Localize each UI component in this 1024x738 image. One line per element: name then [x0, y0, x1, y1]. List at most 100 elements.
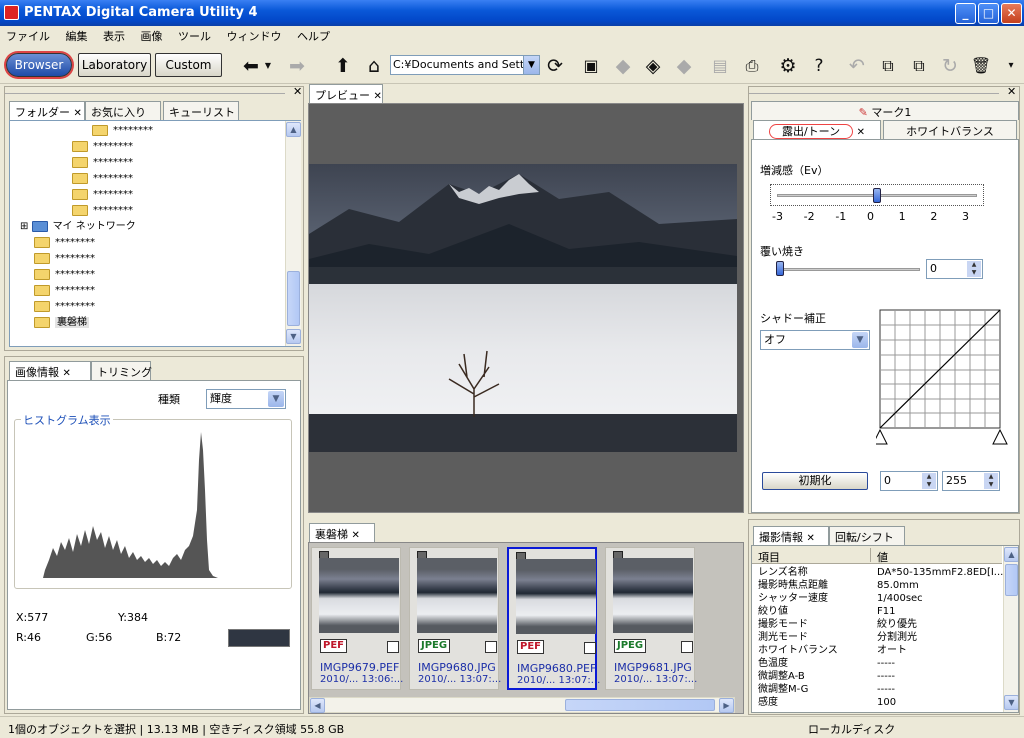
tree-scrollbar[interactable]: ▲ ▼: [285, 121, 301, 346]
monitor-icon[interactable]: ▤: [709, 55, 731, 77]
tree-item[interactable]: ********: [72, 171, 133, 187]
table-row[interactable]: 撮影モード 絞り優先: [752, 618, 1002, 631]
select-checkbox[interactable]: [387, 641, 399, 653]
tree-item[interactable]: ********: [72, 139, 133, 155]
spin-up-icon[interactable]: ▲: [967, 261, 981, 269]
tab-image-info[interactable]: 画像情報 ✕: [9, 361, 91, 380]
close-icon[interactable]: ✕: [1007, 85, 1016, 98]
table-scrollbar[interactable]: ▲ ▼: [1003, 546, 1018, 712]
back-arrow-icon[interactable]: ⬅: [240, 55, 262, 77]
spin-down-icon[interactable]: ▼: [984, 481, 998, 489]
tree-item[interactable]: ********: [34, 299, 95, 315]
help-icon[interactable]: ?: [808, 55, 830, 77]
menu-tools[interactable]: ツール: [172, 26, 217, 44]
up-arrow-icon[interactable]: ⬆: [332, 55, 354, 77]
scroll-right-icon[interactable]: ▶: [719, 698, 734, 713]
menu-window[interactable]: ウィンドウ: [221, 26, 288, 44]
table-row[interactable]: 色温度 -----: [752, 657, 1002, 670]
thumbnail-item[interactable]: JPEG IMGP9680.JPG 2010/... 13:07:...: [409, 547, 501, 690]
hscroll-thumb[interactable]: [565, 699, 715, 711]
tab-trimming[interactable]: トリミング: [91, 361, 152, 380]
scroll-left-icon[interactable]: ◀: [310, 698, 325, 713]
high-spin[interactable]: 255 ▲ ▼: [942, 471, 1000, 491]
spin-down-icon[interactable]: ▼: [922, 481, 936, 489]
thumbnail-item[interactable]: JPEG IMGP9681.JPG 2010/... 13:07:...: [605, 547, 697, 690]
settings-gear-icon[interactable]: ⚙: [777, 55, 799, 77]
printer-icon[interactable]: ⎙: [741, 55, 763, 77]
tab-mark1[interactable]: ✎ マーク1: [751, 101, 1019, 120]
tree-item[interactable]: 裏磐梯: [34, 315, 89, 331]
tree-item[interactable]: ********: [34, 251, 95, 267]
tab-shooting-info[interactable]: 撮影情報 ✕: [753, 526, 829, 545]
trash-icon[interactable]: 🗑: [970, 55, 992, 77]
tab-folder-thumbs[interactable]: 裏磐梯 ✕: [309, 523, 375, 542]
scroll-down-icon[interactable]: ▼: [286, 329, 301, 344]
scroll-thumb[interactable]: [287, 271, 300, 326]
tab-white-balance[interactable]: ホワイトバランス: [883, 120, 1017, 139]
spin-up-icon[interactable]: ▲: [922, 473, 936, 481]
thumb-hscrollbar[interactable]: ◀ ▶: [309, 697, 735, 713]
close-icon[interactable]: ✕: [293, 85, 302, 98]
browser-mode-button[interactable]: Browser: [6, 53, 72, 77]
table-row[interactable]: 絞り値 F11: [752, 605, 1002, 618]
table-row[interactable]: 測光モード 分割測光: [752, 631, 1002, 644]
laboratory-mode-button[interactable]: Laboratory: [78, 53, 151, 77]
path-combobox[interactable]: C:¥Documents and Settir ▼: [390, 55, 540, 75]
burn-spin[interactable]: 0 ▲ ▼: [926, 259, 983, 279]
table-row[interactable]: 微調整A-B -----: [752, 670, 1002, 683]
tree-item[interactable]: ********: [72, 155, 133, 171]
chevron-down-icon[interactable]: ▼: [852, 332, 868, 348]
table-row[interactable]: 撮影時焦点距離 85.0mm: [752, 579, 1002, 592]
tab-folder[interactable]: フォルダー ✕: [9, 101, 85, 120]
scroll-thumb[interactable]: [1005, 564, 1018, 596]
home-icon[interactable]: ⌂: [363, 55, 385, 77]
ev-slider[interactable]: [770, 184, 984, 206]
scroll-down-icon[interactable]: ▼: [1004, 695, 1018, 710]
tab-preview[interactable]: プレビュー ✕: [309, 84, 383, 103]
close-button[interactable]: ✕: [1001, 3, 1022, 24]
table-row[interactable]: レンズ名称 DA*50-135mmF2.8ED[I...: [752, 566, 1003, 579]
spin-down-icon[interactable]: ▼: [967, 269, 981, 277]
menu-edit[interactable]: 編集: [60, 26, 94, 44]
chevron-down-icon[interactable]: ▼: [268, 391, 284, 407]
overflow-icon[interactable]: ▾: [1002, 55, 1020, 77]
shadow-select[interactable]: オフ ▼: [760, 330, 870, 350]
dropdown-icon[interactable]: ▼: [263, 55, 273, 77]
tree-item[interactable]: ********: [92, 123, 153, 139]
burn-slider-knob[interactable]: [776, 261, 784, 276]
table-row[interactable]: ホワイトバランス オート: [752, 644, 1002, 657]
rotate-icon[interactable]: ↻: [939, 55, 961, 77]
tree-item[interactable]: ⊞ マイ ネットワーク: [20, 219, 136, 235]
menu-image[interactable]: 画像: [135, 26, 169, 44]
table-row[interactable]: 微調整M-G -----: [752, 683, 1002, 696]
menu-help[interactable]: ヘルプ: [291, 26, 336, 44]
type-select[interactable]: 輝度 ▼: [206, 389, 286, 409]
diamond-grey-icon[interactable]: ◆: [673, 55, 695, 77]
select-checkbox[interactable]: [485, 641, 497, 653]
tab-rotate-shift[interactable]: 回転/シフト: [829, 526, 905, 545]
burn-slider[interactable]: [776, 268, 920, 271]
menu-view[interactable]: 表示: [97, 26, 131, 44]
tab-exposure-tone[interactable]: 露出/トーン ✕: [753, 120, 881, 139]
low-spin[interactable]: 0 ▲ ▼: [880, 471, 938, 491]
scroll-up-icon[interactable]: ▲: [286, 122, 301, 137]
preview-canvas[interactable]: [308, 103, 744, 513]
tab-favorites[interactable]: お気に入り: [85, 101, 161, 120]
maximize-button[interactable]: □: [978, 3, 999, 24]
scroll-up-icon[interactable]: ▲: [1004, 547, 1018, 562]
chevron-down-icon[interactable]: ▼: [523, 56, 539, 74]
select-checkbox[interactable]: [584, 642, 596, 654]
menu-file[interactable]: ファイル: [0, 26, 56, 44]
tree-item[interactable]: ********: [34, 235, 95, 251]
copy-icon[interactable]: ⧉: [877, 55, 899, 77]
table-row[interactable]: 感度 100: [752, 696, 1002, 709]
thumbnail-item[interactable]: PEF IMGP9679.PEF 2010/... 13:06:...: [311, 547, 403, 690]
tree-item[interactable]: ********: [34, 267, 95, 283]
table-row[interactable]: シャッター速度 1/400sec: [752, 592, 1002, 605]
export-icon[interactable]: ◈: [642, 55, 664, 77]
thumbnail-item[interactable]: PEF IMGP9680.PEF 2010/... 13:07:...: [507, 547, 600, 690]
tab-queue-list[interactable]: キューリスト: [163, 101, 239, 120]
tree-item[interactable]: ********: [72, 203, 133, 219]
tree-item[interactable]: ********: [72, 187, 133, 203]
spin-up-icon[interactable]: ▲: [984, 473, 998, 481]
